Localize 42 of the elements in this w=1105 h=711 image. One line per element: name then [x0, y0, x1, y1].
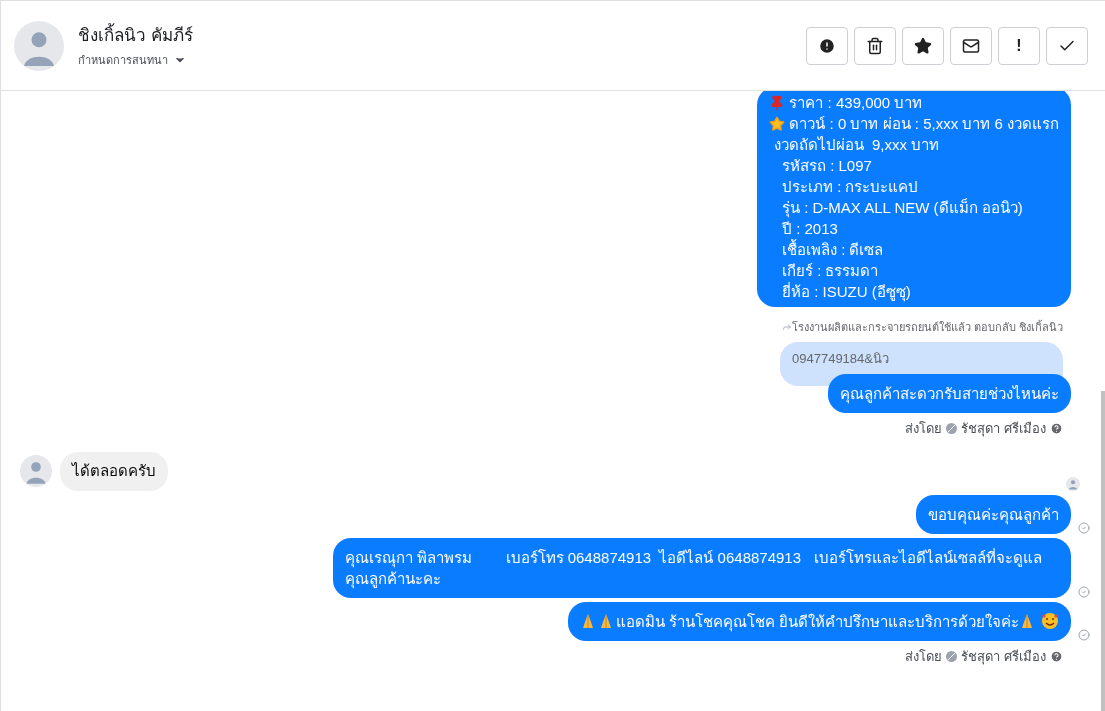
message-text: งวดถัดไปผ่อน 9,xxx บาท [772, 135, 940, 155]
message-text: ได้ตลอดครับ [72, 462, 156, 479]
message-text: คุณลูกค้าสะดวกรับสายช่วงไหนค่ะ [840, 383, 1059, 404]
message-text: ปี : 2013 [780, 219, 838, 239]
message-text: คุณเรณุกา พิลาพรม เบอร์โทร 0648874913 ไอดีไลน์ 0648874913 เบอร์โทรและไอดีไลน์เซลล์ที่จะดูแลคุณลูกค้านะคะ [345, 547, 1043, 589]
message-text: ขอบคุณค่ะคุณลูกค้า [928, 504, 1059, 525]
toolbar-button[interactable]: ! [998, 26, 1040, 65]
avatar [14, 20, 64, 71]
sent-by-label: ส่งโดย [905, 419, 943, 438]
reply-icon [781, 322, 792, 333]
avatar [20, 455, 52, 488]
agent-badge-icon [946, 422, 958, 434]
message-text: เกียร์ : ธรรมดา [780, 261, 879, 281]
trash-icon [866, 36, 884, 55]
toolbar-button[interactable] [902, 26, 944, 65]
message-text: เชื้อเพลิง : ดีเซล [780, 239, 884, 260]
scrollbar[interactable] [1101, 391, 1105, 711]
help-icon [1050, 649, 1063, 663]
agent-name: รัชสุดา ศรีเมือง [961, 647, 1046, 666]
alert-icon [818, 36, 836, 55]
mail-icon [962, 36, 980, 55]
reply-note: โรงงานผลิตและกระจายรถยนต์ใช้แล้ว ตอบกลับ ชิงเกิ้ลนิว [791, 319, 1063, 335]
message-text: ยี่ห้อ : ISUZU (อีซูซุ) [780, 281, 911, 302]
conversation-menu[interactable]: กำหนดการสนทนา [78, 52, 193, 69]
smiling-face-icon [1041, 612, 1059, 630]
agent-badge-icon [946, 650, 958, 662]
toolbar-button[interactable] [950, 26, 992, 65]
help-icon [1050, 421, 1063, 435]
star-icon [914, 36, 932, 55]
message-text: รหัสรถ : L097 [780, 156, 872, 176]
toolbar-button[interactable] [806, 26, 848, 65]
message-text: ประเภท : กระบะแคป [780, 177, 919, 197]
message-text: แอดมิน ร้านโชคคุณโชค ยินดีให้คำปรึกษาและบริการด้วยใจค่ะ [615, 611, 1019, 632]
message-text: ดาวน์ : 0 บาท ผ่อน : 5,xxx บาท 6 งวดแรก [789, 114, 1059, 134]
agent-name: รัชสุดา ศรีเมือง [961, 419, 1046, 438]
message-text: รุ่น : D-MAX ALL NEW (ดีแม็ก ออนิว) [780, 197, 1023, 218]
contact-name: ชิงเกิ้ลนิว คัมภีร์ [78, 22, 193, 47]
sent-by-label: ส่งโดย [905, 647, 943, 666]
toolbar-button[interactable] [854, 26, 896, 65]
star-icon [769, 115, 786, 132]
seen-avatar [1066, 476, 1080, 491]
message-text: ราคา : 439,000 บาท [789, 93, 923, 113]
